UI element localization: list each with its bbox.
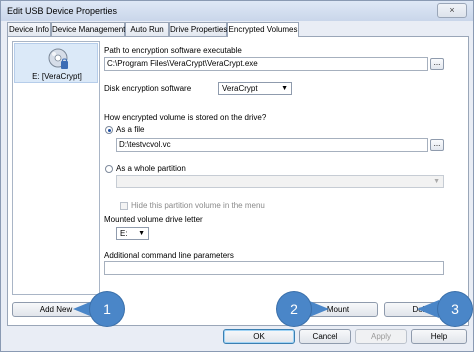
drive-letter-value: E:	[120, 229, 128, 238]
tab-drive-properties[interactable]: Drive Properties	[169, 22, 227, 36]
path-input[interactable]: C:\Program Files\VeraCrypt\VeraCrypt.exe	[104, 57, 428, 71]
cmdline-input[interactable]	[104, 261, 444, 275]
disk-software-select[interactable]: VeraCrypt ▼	[218, 82, 292, 95]
disk-icon	[48, 48, 68, 69]
apply-button[interactable]: Apply	[355, 329, 407, 344]
callout-3: 3	[438, 292, 472, 326]
chevron-down-icon: ▼	[433, 178, 440, 185]
help-button[interactable]: Help	[411, 329, 467, 344]
disk-software-value: VeraCrypt	[222, 84, 258, 93]
callout-3-pointer	[417, 300, 439, 318]
chevron-down-icon: ▼	[138, 230, 145, 237]
close-icon: ×	[449, 5, 455, 15]
storage-question-label: How encrypted volume is stored on the dr…	[104, 113, 267, 122]
window-title: Edit USB Device Properties	[7, 6, 118, 16]
tab-auto-run[interactable]: Auto Run	[125, 22, 169, 36]
drive-letter-label: Mounted volume drive letter	[104, 215, 203, 224]
list-item[interactable]: E: [VeraCrypt]	[14, 43, 98, 83]
disk-software-label: Disk encryption software	[104, 84, 192, 93]
ok-button[interactable]: OK	[223, 329, 295, 344]
device-list[interactable]: E: [VeraCrypt]	[12, 41, 100, 295]
tab-panel: E: [VeraCrypt] Path to encryption softwa…	[7, 36, 469, 326]
as-partition-radio[interactable]	[105, 165, 113, 173]
tab-device-info[interactable]: Device Info	[7, 22, 51, 36]
file-path-input[interactable]: D:\testvcvol.vc	[116, 138, 428, 152]
cancel-button[interactable]: Cancel	[299, 329, 351, 344]
callout-2: 2	[277, 292, 311, 326]
cmdline-label: Additional command line parameters	[104, 251, 234, 260]
chevron-down-icon: ▼	[281, 85, 288, 92]
drive-letter-select[interactable]: E: ▼	[116, 227, 149, 240]
tab-encrypted-volumes[interactable]: Encrypted Volumes	[227, 22, 299, 37]
hide-partition-label: Hide this partition volume in the menu	[131, 201, 265, 210]
device-label: E: [VeraCrypt]	[32, 72, 82, 81]
browse-file-button[interactable]: ...	[430, 139, 444, 151]
as-file-label: As a file	[116, 125, 145, 134]
as-file-radio[interactable]	[105, 126, 113, 134]
title-bar: Edit USB Device Properties ×	[1, 1, 473, 21]
path-label: Path to encryption software executable	[104, 46, 242, 55]
partition-select[interactable]: ▼	[116, 175, 444, 188]
as-partition-label: As a whole partition	[116, 164, 186, 173]
hide-partition-checkbox[interactable]	[120, 202, 128, 210]
browse-path-button[interactable]: ...	[430, 58, 444, 70]
dialog-window: Edit USB Device Properties × Device Info…	[0, 0, 474, 352]
tab-device-management[interactable]: Device Management	[51, 22, 125, 36]
callout-1: 1	[90, 292, 124, 326]
close-button[interactable]: ×	[437, 3, 467, 18]
